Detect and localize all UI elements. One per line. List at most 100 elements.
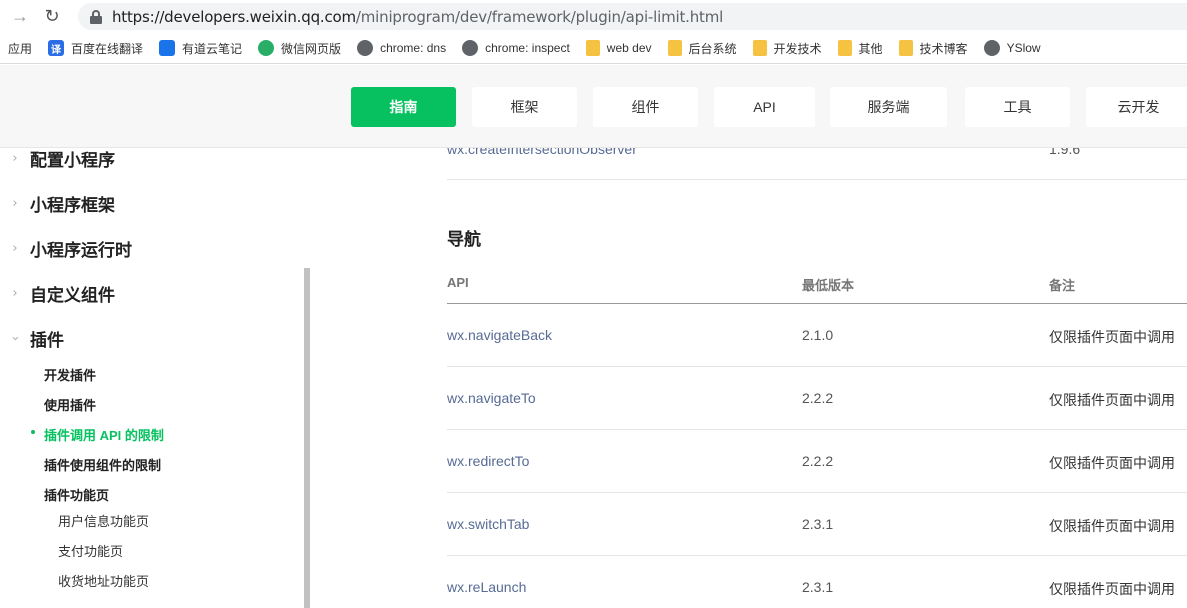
sidebar-item-label: 自定义组件 <box>30 285 115 305</box>
sidebar-item[interactable]: › 小程序运行时 <box>0 236 132 260</box>
bookmark-label: chrome: dns <box>380 41 447 55</box>
bookmark-item[interactable]: 后台系统 <box>667 40 737 57</box>
active-dot-icon <box>31 430 35 434</box>
bookmark-label: 开发技术 <box>773 41 822 56</box>
api-note: 仅限插件页面中调用 <box>1049 455 1175 471</box>
api-min-version: 2.1.0 <box>802 327 834 343</box>
tab-6[interactable]: 云开发 <box>1086 87 1187 127</box>
sidebar-subitem-label: 使用插件 <box>44 398 97 413</box>
globe-icon <box>357 40 374 56</box>
sidebar-subitem-label: 插件功能页 <box>44 488 110 503</box>
row-divider <box>447 492 1187 493</box>
tab-2[interactable]: 组件 <box>593 87 698 127</box>
sidebar-subsubitem[interactable]: 用户信息功能页 <box>58 511 149 530</box>
wechat-icon <box>258 40 275 56</box>
bookmark-item[interactable]: 微信网页版 <box>258 40 341 57</box>
sidebar-subitem[interactable]: 插件功能页 <box>44 485 109 504</box>
prev-api-link[interactable]: wx.createIntersectionObserver <box>447 148 637 157</box>
chevron-right-icon: › <box>12 240 18 256</box>
chevron-right-icon: › <box>12 285 18 301</box>
bookmark-item[interactable]: 应用 <box>8 40 32 57</box>
reload-icon[interactable]: ↻ <box>38 3 66 31</box>
tab-5[interactable]: 工具 <box>965 87 1070 127</box>
api-note: 仅限插件页面中调用 <box>1049 329 1175 345</box>
sidebar-item-expanded[interactable]: › 插件 <box>0 326 65 350</box>
url-text[interactable]: https://developers.weixin.qq.com/minipro… <box>112 8 723 26</box>
sidebar-nav: › 配置小程序 › 小程序框架 › 小程序运行时 › 自定义组件 › 插件 开发插件 使用插件 插件调用… <box>0 148 310 608</box>
bookmark-label: 其他 <box>858 41 883 56</box>
folder-icon <box>752 40 767 56</box>
bookmark-item[interactable]: web dev <box>585 40 652 56</box>
chevron-right-icon: › <box>12 150 18 166</box>
browser-toolbar: → ↻ https://developers.weixin.qq.com/min… <box>0 0 1187 33</box>
globe-icon <box>462 40 479 56</box>
api-note: 仅限插件页面中调用 <box>1049 518 1175 534</box>
row-divider <box>447 179 1187 180</box>
sidebar-subsubitem[interactable]: 支付功能页 <box>58 541 123 560</box>
sidebar-subitem-label: 插件使用组件的限制 <box>44 458 162 473</box>
bookmark-label: web dev <box>606 41 652 55</box>
folder-icon <box>837 40 852 56</box>
bookmark-label: 应用 <box>8 41 33 56</box>
column-header-version: 最低版本 <box>802 278 855 293</box>
api-link[interactable]: wx.reLaunch <box>447 579 526 595</box>
api-min-version: 2.2.2 <box>802 390 834 406</box>
bookmark-label: 微信网页版 <box>281 41 342 56</box>
bookmark-label: 后台系统 <box>688 41 737 56</box>
tab-4[interactable]: 服务端 <box>830 87 947 127</box>
sidebar-subsubitem[interactable]: 收货地址功能页 <box>58 571 149 590</box>
sidebar-item[interactable]: › 自定义组件 <box>0 281 115 305</box>
api-note: 仅限插件页面中调用 <box>1049 392 1175 408</box>
bookmark-item[interactable]: YSlow <box>983 40 1041 56</box>
sidebar-item-label: 配置小程序 <box>30 150 115 170</box>
site-header: 指南 框架 组件 API 服务端 工具 云开发 <box>0 65 1187 148</box>
prev-api-version: 1.9.6 <box>1049 148 1081 157</box>
main-content: wx.createIntersectionObserver 1.9.6 导航 A… <box>310 148 1187 608</box>
bookmark-item[interactable]: 译百度在线翻译 <box>48 40 143 57</box>
bookmark-item[interactable]: 技术博客 <box>898 40 968 57</box>
bookmark-item[interactable]: 开发技术 <box>752 40 822 57</box>
bookmark-item[interactable]: 有道云笔记 <box>159 40 242 57</box>
back-arrow-icon[interactable]: → <box>6 3 34 31</box>
lock-icon <box>90 9 102 24</box>
api-link[interactable]: wx.navigateBack <box>447 327 552 343</box>
tab-3[interactable]: API <box>714 87 815 127</box>
sidebar-subitem-label: 插件调用 API 的限制 <box>44 428 164 443</box>
folder-icon <box>585 40 600 56</box>
table-header-divider <box>447 303 1187 304</box>
column-header-note: 备注 <box>1049 278 1076 293</box>
sidebar-subitem[interactable]: 插件使用组件的限制 <box>44 455 161 474</box>
bookmark-label: 有道云笔记 <box>182 41 243 56</box>
sidebar-subitem-active[interactable]: 插件调用 API 的限制 <box>31 425 164 444</box>
tab-0[interactable]: 指南 <box>351 87 456 127</box>
sidebar-item-label: 插件 <box>30 330 64 350</box>
api-note: 仅限插件页面中调用 <box>1049 581 1175 597</box>
api-link[interactable]: wx.navigateTo <box>447 390 536 406</box>
chevron-down-icon: › <box>7 335 23 341</box>
api-link[interactable]: wx.switchTab <box>447 516 529 532</box>
sidebar-item[interactable]: › 小程序框架 <box>0 191 115 215</box>
api-link[interactable]: wx.redirectTo <box>447 453 529 469</box>
bookmark-item[interactable]: chrome: inspect <box>462 40 570 56</box>
tab-1[interactable]: 框架 <box>472 87 577 127</box>
address-bar[interactable]: https://developers.weixin.qq.com/minipro… <box>78 3 1187 30</box>
bookmark-item[interactable]: 其他 <box>837 40 883 57</box>
url-path: /miniprogram/dev/framework/plugin/api-li… <box>355 7 724 26</box>
api-min-version: 2.2.2 <box>802 453 834 469</box>
url-host: https://developers.weixin.qq.com <box>112 7 356 26</box>
sidebar-subitem-label: 开发插件 <box>44 368 97 383</box>
sidebar-subitem[interactable]: 开发插件 <box>44 365 96 384</box>
note-icon <box>159 40 176 56</box>
bookmark-label: chrome: inspect <box>485 41 570 55</box>
bookmark-label: 百度在线翻译 <box>71 41 144 56</box>
bookmarks-bar: 应用译百度在线翻译 有道云笔记 微信网页版 chrome: dns chrome: in… <box>0 33 1187 64</box>
sidebar-item-label: 小程序框架 <box>30 195 115 215</box>
api-min-version: 2.3.1 <box>802 579 834 595</box>
bookmark-item[interactable]: chrome: dns <box>357 40 446 56</box>
sidebar-subitem[interactable]: 使用插件 <box>44 395 96 414</box>
column-header-api: API <box>447 275 469 290</box>
row-divider <box>447 429 1187 430</box>
bookmark-label: 技术博客 <box>919 41 968 56</box>
folder-icon <box>667 40 682 56</box>
sidebar-item[interactable]: › 配置小程序 <box>0 148 115 170</box>
